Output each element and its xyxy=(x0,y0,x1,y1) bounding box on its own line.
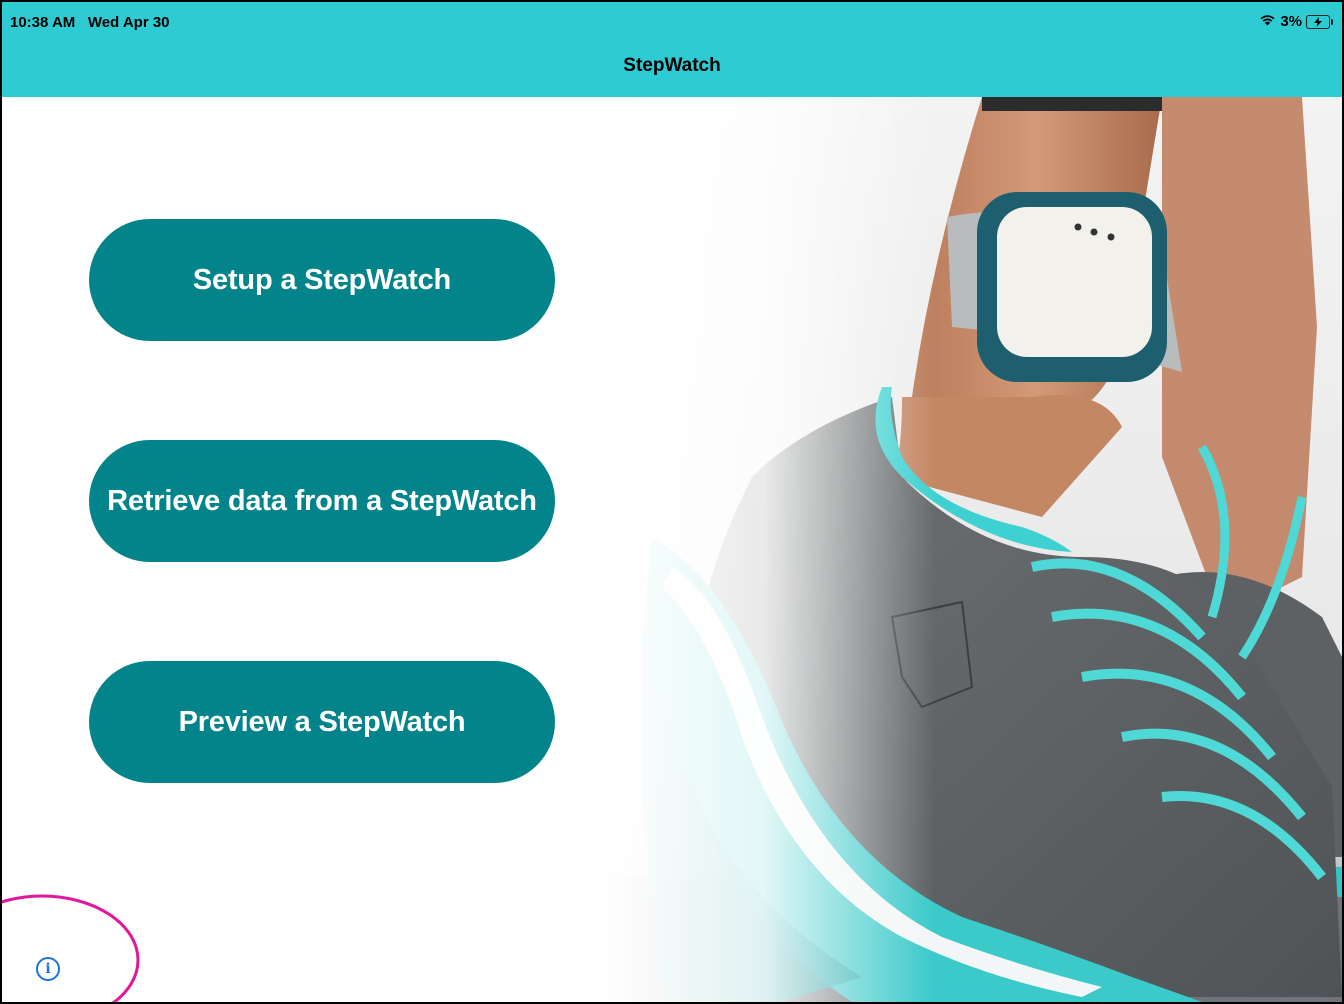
app-window: 10:38 AM Wed Apr 30 3% StepWatch Setup a… xyxy=(0,0,1344,1004)
hero-image-shoe-with-stepwatch xyxy=(602,97,1342,1002)
navigation-bar: 10:38 AM Wed Apr 30 3% StepWatch xyxy=(2,2,1342,97)
page-title: StepWatch xyxy=(623,55,721,76)
annotation-circle xyxy=(2,894,140,1002)
status-date: Wed Apr 30 xyxy=(87,14,170,31)
wifi-icon xyxy=(1259,13,1276,30)
retrieve-data-button[interactable]: Retrieve data from a StepWatch xyxy=(89,440,555,562)
battery-charging-icon xyxy=(1306,14,1333,29)
status-indicators: 3% xyxy=(1259,13,1333,30)
preview-stepwatch-button[interactable]: Preview a StepWatch xyxy=(89,661,555,783)
status-time: 10:38 AM Wed Apr 30 xyxy=(10,14,170,31)
battery-percent: 3% xyxy=(1280,13,1302,30)
setup-stepwatch-button[interactable]: Setup a StepWatch xyxy=(89,219,555,341)
info-icon[interactable]: i xyxy=(36,957,60,981)
